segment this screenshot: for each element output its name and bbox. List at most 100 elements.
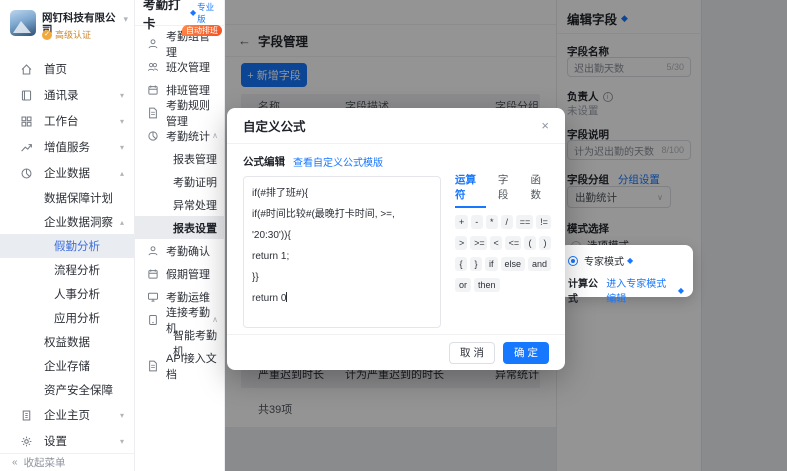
chevron-up-icon: ▴ xyxy=(120,218,124,227)
operator-chip[interactable]: ) xyxy=(539,236,551,250)
formula-line: }} xyxy=(252,267,432,288)
operator-chip[interactable]: * xyxy=(486,215,498,229)
operator-chip[interactable]: == xyxy=(516,215,533,229)
sidebar-item-attendance-analysis[interactable]: 假勤分析 xyxy=(0,234,134,258)
formula-line: return 1; xyxy=(252,246,432,267)
formula-editor-textarea[interactable]: if(#排了班#){ if(#时间比较#(最晚打卡时间, >=, '20:30'… xyxy=(243,176,441,328)
sidebar-item-rights-data[interactable]: 权益数据 xyxy=(0,330,134,354)
sidebar-item-home[interactable]: 首页 xyxy=(0,56,134,82)
operator-chip[interactable]: else xyxy=(501,257,526,271)
close-icon[interactable]: × xyxy=(541,118,549,133)
mode-option-expert[interactable]: 专家模式 ◆ xyxy=(568,253,684,268)
main-nav: 首页 通讯录 ▾ 工作台 ▾ 增值服务 ▾ 企业数据 ▴ xyxy=(0,56,134,454)
sidebar-item-label: 企业主页 xyxy=(44,407,90,423)
calendar-icon xyxy=(147,268,159,280)
sidebar-item-label: 资产安全保障 xyxy=(44,382,113,398)
nav-item-api-docs[interactable]: API接入文档 xyxy=(135,354,224,377)
nav-item-attendance-statistics[interactable]: 考勤统计 ∧ xyxy=(135,124,224,147)
attendance-nav: 自动排班 考勤组管理 班次管理 排班管理 考勤规则管理 考勤统计 ∧ xyxy=(135,32,224,377)
confirm-button[interactable]: 确 定 xyxy=(503,342,549,364)
operator-chip[interactable]: <= xyxy=(505,236,521,250)
operator-chip[interactable]: { xyxy=(455,257,467,271)
operator-chip[interactable]: / xyxy=(501,215,513,229)
caret-up-icon: ∧ xyxy=(212,315,218,324)
radio-checked-icon[interactable] xyxy=(568,256,578,266)
sidebar-item-label: 企业存储 xyxy=(44,358,90,374)
nav-item-shift-management[interactable]: 班次管理 xyxy=(135,55,224,78)
formula-line-text: return 0 xyxy=(252,293,286,304)
operator-chip[interactable]: > xyxy=(455,236,467,250)
app-window: 网钉科技有限公司 ▾ ✓ 高级认证 首页 通讯录 ▾ 工作台 ▾ xyxy=(0,0,787,471)
dialog-title: 自定义公式 xyxy=(243,116,306,135)
sidebar-item-app-analysis[interactable]: 应用分析 xyxy=(0,306,134,330)
cancel-button[interactable]: 取 消 xyxy=(449,342,495,364)
operator-chip[interactable]: ( xyxy=(524,236,536,250)
sidebar-item-label: 首页 xyxy=(44,61,67,77)
sidebar-item-label: 假勤分析 xyxy=(54,238,100,254)
sidebar-item-value-services[interactable]: 增值服务 ▾ xyxy=(0,134,134,160)
nav-item-attendance-groups[interactable]: 自动排班 考勤组管理 xyxy=(135,32,224,55)
sidebar-item-workbench[interactable]: 工作台 ▾ xyxy=(0,108,134,134)
enter-expert-mode-link[interactable]: 进入专家模式编辑 xyxy=(606,275,675,305)
sidebar-item-hr-analysis[interactable]: 人事分析 xyxy=(0,282,134,306)
nav-item-report-management[interactable]: 报表管理 xyxy=(135,147,224,170)
left-sidebar: 网钉科技有限公司 ▾ ✓ 高级认证 首页 通讯录 ▾ 工作台 ▾ xyxy=(0,0,135,471)
attendance-header: 考勤打卡 ◆ 专业版 xyxy=(135,0,224,26)
tab-fields[interactable]: 字段 xyxy=(498,172,519,208)
document-icon xyxy=(147,360,159,372)
formula-line: if(#排了班#){ xyxy=(252,183,432,204)
people-icon xyxy=(147,61,159,73)
operator-chip[interactable]: < xyxy=(490,236,502,250)
collapse-icon: « xyxy=(12,457,18,468)
operator-chip[interactable]: + xyxy=(455,215,468,229)
operator-chip[interactable]: and xyxy=(528,257,551,271)
verify-badge: ✓ 高级认证 xyxy=(42,28,91,41)
tab-functions[interactable]: 函数 xyxy=(530,172,551,208)
pie-chart-icon xyxy=(20,167,33,180)
sidebar-item-data-insight[interactable]: 企业数据洞察 ▴ xyxy=(0,210,134,234)
pie-chart-icon xyxy=(147,130,159,142)
nav-item-holiday-management[interactable]: 假期管理 xyxy=(135,262,224,285)
sidebar-item-settings[interactable]: 设置 ▾ xyxy=(0,428,134,454)
trend-icon xyxy=(20,141,33,154)
sidebar-item-process-analysis[interactable]: 流程分析 xyxy=(0,258,134,282)
sidebar-item-enterprise-storage[interactable]: 企业存储 xyxy=(0,354,134,378)
sidebar-item-contacts[interactable]: 通讯录 ▾ xyxy=(0,82,134,108)
operator-chip[interactable]: - xyxy=(471,215,483,229)
sidebar-item-label: 通讯录 xyxy=(44,87,79,103)
sidebar-item-label: 应用分析 xyxy=(54,310,100,326)
sidebar-item-enterprise-data[interactable]: 企业数据 ▴ xyxy=(0,160,134,186)
operator-chip[interactable]: then xyxy=(474,278,500,292)
operator-chip[interactable]: != xyxy=(536,215,551,229)
dialog-body: 公式编辑 查看自定义公式模版 if(#排了班#){ if(#时间比较#(最晚打卡… xyxy=(227,144,565,169)
nav-item-report-settings[interactable]: 报表设置 xyxy=(135,216,224,239)
nav-item-attendance-confirmation[interactable]: 考勤确认 xyxy=(135,239,224,262)
person-icon xyxy=(147,38,159,50)
monitor-icon xyxy=(147,291,159,303)
operator-chip[interactable]: >= xyxy=(470,236,486,250)
sidebar-item-label: 工作台 xyxy=(44,113,79,129)
sidebar-item-label: 企业数据 xyxy=(44,165,90,181)
nav-item-exception-handling[interactable]: 异常处理 xyxy=(135,193,224,216)
nav-item-label: 班次管理 xyxy=(166,59,210,75)
sidebar-item-label: 人事分析 xyxy=(54,286,100,302)
nav-item-connect-attendance-machine[interactable]: 连接考勤机 ∧ xyxy=(135,308,224,331)
nav-item-attendance-proof[interactable]: 考勤证明 xyxy=(135,170,224,193)
operator-panel: 运算符 字段 函数 + - * / == != > >= < <= xyxy=(455,172,551,292)
operator-chip[interactable]: or xyxy=(455,278,471,292)
device-icon xyxy=(147,314,159,326)
nav-item-label: 考勤确认 xyxy=(166,243,210,259)
sidebar-item-enterprise-homepage[interactable]: 企业主页 ▾ xyxy=(0,402,134,428)
sidebar-item-data-protection[interactable]: 数据保障计划 xyxy=(0,186,134,210)
operator-chip[interactable]: } xyxy=(470,257,482,271)
sidebar-item-asset-security[interactable]: 资产安全保障 xyxy=(0,378,134,402)
company-switcher[interactable]: 网钉科技有限公司 ▾ ✓ 高级认证 xyxy=(0,0,134,50)
attendance-sidebar: 考勤打卡 ◆ 专业版 自动排班 考勤组管理 班次管理 排班管理 考勤规 xyxy=(135,0,225,471)
nav-item-attendance-rules[interactable]: 考勤规则管理 xyxy=(135,101,224,124)
sidebar-item-label: 权益数据 xyxy=(44,334,90,350)
tab-operators[interactable]: 运算符 xyxy=(455,172,486,208)
formula-template-link[interactable]: 查看自定义公式模版 xyxy=(293,154,383,169)
operator-chip[interactable]: if xyxy=(485,257,498,271)
collapse-menu-button[interactable]: « 收起菜单 xyxy=(0,453,134,471)
formula-line: return 0 xyxy=(252,288,432,309)
